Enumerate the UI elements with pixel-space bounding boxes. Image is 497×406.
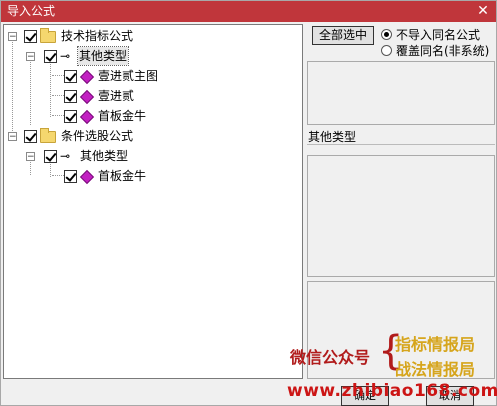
formula-tree[interactable]: − 技术指标公式 − ⊸ 其他类型 壹进贰主图 壹进贰 首板金牛 − 条件选股公… [3,24,303,379]
collapse-icon[interactable]: − [26,152,35,162]
formula-gem-icon [79,69,95,85]
collapse-icon[interactable]: − [8,32,17,42]
radio-overwrite[interactable] [381,45,392,56]
item-checkbox[interactable] [64,170,77,183]
folder-icon [40,128,56,143]
collapse-icon[interactable]: − [26,52,35,62]
preview-pane [307,155,495,277]
watermark-name2: 战法情报局 [395,360,476,379]
tree-item[interactable]: 壹进贰主图 [4,67,294,85]
formula-gem-icon [79,89,95,105]
subgroup-label: 其他类型 [76,46,130,66]
subgroup-checkbox[interactable] [44,150,57,163]
formula-gem-icon [79,109,95,125]
option-pane [307,61,495,125]
subgroup-checkbox[interactable] [44,50,57,63]
import-formula-dialog: 导入公式 ✕ − 技术指标公式 − ⊸ 其他类型 壹进贰主图 壹进贰 首板金牛 … [0,0,497,406]
category-label: 其他类型 [308,130,357,144]
watermark-name1: 指标情报局 [395,335,476,354]
tree-item[interactable]: 壹进贰 [4,87,294,105]
group-label: 条件选股公式 [61,129,134,143]
item-checkbox[interactable] [64,70,77,83]
group-checkbox[interactable] [24,130,37,143]
item-label: 首板金牛 [98,109,147,123]
tree-group-tech[interactable]: − 技术指标公式 [4,27,294,45]
watermark-wechat: 微信公众号 [290,348,371,367]
title-bar: 导入公式 ✕ [1,1,496,22]
folder-icon [40,28,56,43]
radio-no-import[interactable] [381,29,392,40]
tree-subgroup[interactable]: − ⊸ 其他类型 [4,46,294,66]
subgroup-label: 其他类型 [80,149,129,163]
radio-no-import-label[interactable]: 不导入同名公式 [396,26,480,43]
select-all-button[interactable]: 全部选中 [312,26,374,45]
tree-group-condition[interactable]: − 条件选股公式 [4,127,294,145]
collapse-icon[interactable]: − [8,132,17,142]
item-label: 首板金牛 [98,169,147,183]
item-checkbox[interactable] [64,110,77,123]
group-checkbox[interactable] [24,30,37,43]
divider [307,144,495,152]
tree-item[interactable]: 首板金牛 [4,167,294,185]
radio-overwrite-label[interactable]: 覆盖同名(非系统) [396,42,489,59]
item-label: 壹进贰 [98,89,135,103]
window-title: 导入公式 [7,4,56,18]
item-label: 壹进贰主图 [98,69,159,83]
formula-gem-icon [79,169,95,185]
close-icon[interactable]: ✕ [470,1,496,22]
tree-subgroup[interactable]: − ⊸ 其他类型 [4,147,294,165]
key-icon: ⊸ [60,149,71,163]
group-label: 技术指标公式 [61,29,134,43]
watermark-url: www.zhibiao168.com [287,381,497,401]
tree-item[interactable]: 首板金牛 [4,107,294,125]
item-checkbox[interactable] [64,90,77,103]
key-icon: ⊸ [60,49,71,63]
